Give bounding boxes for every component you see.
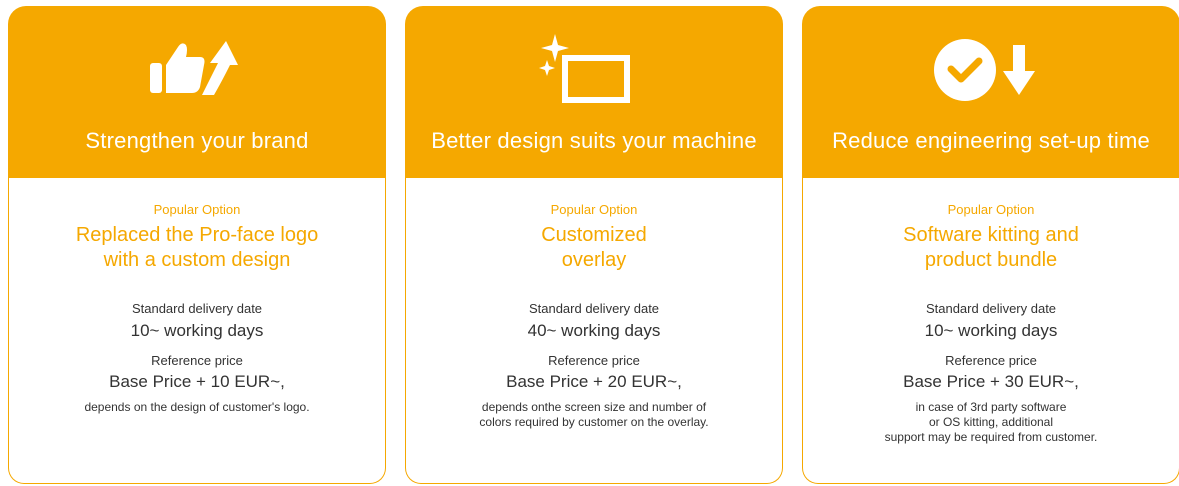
card-title: Better design suits your machine: [431, 128, 757, 153]
popular-badge: Popular Option: [550, 202, 638, 217]
card-body: Popular Option Customized overlay Standa…: [405, 178, 783, 484]
popular-badge: Popular Option: [153, 202, 241, 217]
price-note: depends on the design of customer's logo…: [84, 400, 310, 414]
delivery-value: 10~ working days: [130, 321, 264, 340]
option-card-brand: Strengthen your brand Popular Option Rep…: [8, 6, 386, 484]
option-name: Customized overlay: [541, 224, 647, 271]
option-name: Software kitting and product bundle: [903, 224, 1079, 271]
option-name: Replaced the Pro-face logo with a custom…: [75, 224, 319, 271]
thumbs-up-arrow-icon: [8, 20, 386, 120]
option-card-overlay: Better design suits your machine Popular…: [405, 6, 783, 484]
delivery-value: 10~ working days: [924, 321, 1058, 340]
delivery-label: Standard delivery date: [131, 301, 263, 316]
card-header: Reduce engineering set-up time: [802, 6, 1179, 178]
check-down-arrow-icon: [802, 20, 1179, 120]
price-value: Base Price + 10 EUR~,: [109, 372, 285, 391]
card-title: Strengthen your brand: [85, 128, 309, 153]
delivery-value: 40~ working days: [527, 321, 661, 340]
price-note: in case of 3rd party software or OS kitt…: [884, 400, 1098, 444]
card-header: Better design suits your machine: [405, 6, 783, 178]
price-label: Reference price: [151, 353, 243, 368]
card-body: Popular Option Replaced the Pro-face log…: [8, 178, 386, 484]
popular-badge: Popular Option: [947, 202, 1035, 217]
price-value: Base Price + 20 EUR~,: [506, 372, 682, 391]
card-header: Strengthen your brand: [8, 6, 386, 178]
price-label: Reference price: [548, 353, 640, 368]
delivery-label: Standard delivery date: [925, 301, 1057, 316]
card-body: Popular Option Software kitting and prod…: [802, 178, 1179, 484]
sparkle-screen-icon: [405, 20, 783, 120]
price-value: Base Price + 30 EUR~,: [903, 372, 1079, 391]
card-title: Reduce engineering set-up time: [832, 128, 1150, 153]
price-label: Reference price: [945, 353, 1037, 368]
delivery-label: Standard delivery date: [528, 301, 660, 316]
option-card-kitting: Reduce engineering set-up time Popular O…: [802, 6, 1179, 484]
price-note: depends onthe screen size and number of …: [479, 400, 709, 429]
